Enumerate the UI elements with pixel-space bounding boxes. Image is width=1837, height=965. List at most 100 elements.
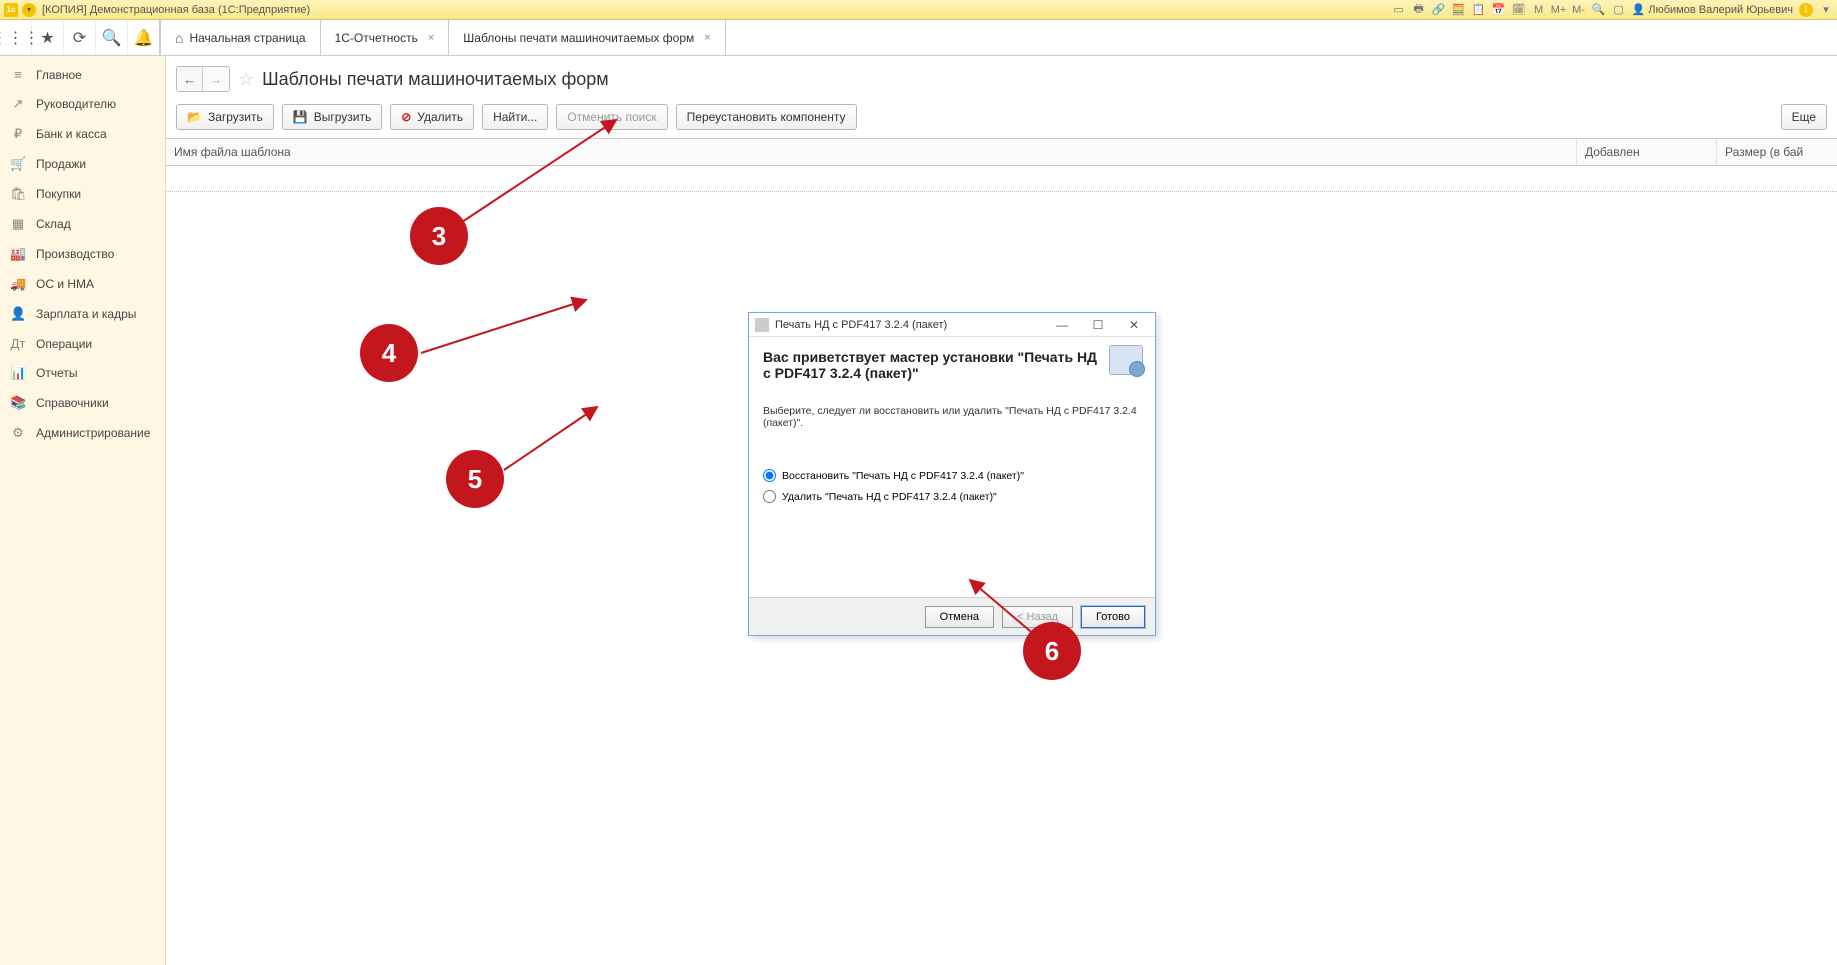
ruble-icon: ₽	[10, 126, 26, 142]
option-label: Удалить "Печать НД с PDF417 3.2.4 (пакет…	[782, 491, 997, 503]
wizard-icon	[1109, 345, 1143, 375]
annotation-marker-4: 4	[360, 324, 418, 382]
load-button[interactable]: 📂Загрузить	[176, 104, 274, 130]
search-toolbar-icon[interactable]: 🔍	[96, 20, 128, 55]
delete-icon: ⊘	[401, 110, 411, 124]
disk-icon: 💾	[293, 110, 308, 124]
sidebar-item-label: Отчеты	[36, 366, 77, 380]
app-menu-dropdown-icon[interactable]: ▾	[22, 3, 36, 17]
button-label: Переустановить компоненту	[687, 110, 846, 124]
sidebar-item-warehouse[interactable]: ▦Склад	[0, 209, 165, 239]
tab-home-label: Начальная страница	[189, 31, 305, 45]
gear-icon: ⚙	[10, 425, 26, 441]
chart-icon: ↗	[10, 96, 26, 112]
menu-icon: ≡	[10, 67, 26, 82]
sidebar-item-purchases[interactable]: 🛍Покупки	[0, 179, 165, 209]
button-label: Еще	[1792, 110, 1816, 124]
radio-restore[interactable]	[763, 469, 776, 482]
nav-forward-button[interactable]: →	[203, 67, 229, 91]
dialog-finish-button[interactable]: Готово	[1081, 606, 1145, 628]
folder-icon: 📂	[187, 110, 202, 124]
close-button[interactable]: ✕	[1119, 318, 1149, 332]
search-icon[interactable]: 🔍	[1592, 3, 1606, 17]
option-label: Восстановить "Печать НД с PDF417 3.2.4 (…	[782, 470, 1024, 482]
close-icon[interactable]: ×	[704, 32, 710, 44]
delete-button[interactable]: ⊘ Удалить	[390, 104, 474, 130]
sidebar-item-label: Продажи	[36, 157, 86, 171]
apps-icon[interactable]: ⋮⋮⋮	[0, 20, 32, 55]
barchart-icon: 📊	[10, 365, 26, 381]
print-icon[interactable]: 🖶	[1412, 3, 1426, 17]
annotation-marker-6: 6	[1023, 622, 1081, 680]
link-icon[interactable]: 🔗	[1432, 3, 1446, 17]
button-label: Выгрузить	[314, 110, 372, 124]
annotation-marker-3: 3	[410, 207, 468, 265]
sidebar-item-hr[interactable]: 👤Зарплата и кадры	[0, 299, 165, 329]
button-label: Найти...	[493, 110, 537, 124]
find-button[interactable]: Найти...	[482, 104, 548, 130]
column-size[interactable]: Размер (в бай	[1717, 139, 1837, 165]
column-added[interactable]: Добавлен	[1577, 139, 1717, 165]
sidebar-item-main[interactable]: ≡Главное	[0, 60, 165, 89]
history-icon[interactable]: ⟳	[64, 20, 96, 55]
calendar-icon[interactable]: 📅	[1492, 3, 1506, 17]
main-toolbar: ⋮⋮⋮ ★ ⟳ 🔍 🔔 Начальная страница 1С-Отчетн…	[0, 20, 1837, 56]
toolbar-icon[interactable]: ▭	[1392, 3, 1406, 17]
tab-reporting[interactable]: 1С-Отчетность ×	[321, 20, 450, 55]
tab-reporting-label: 1С-Отчетность	[335, 31, 418, 45]
radio-remove[interactable]	[763, 490, 776, 503]
sidebar-item-label: Руководителю	[36, 97, 116, 111]
option-restore[interactable]: Восстановить "Печать НД с PDF417 3.2.4 (…	[763, 469, 1141, 482]
sidebar-item-production[interactable]: 🏭Производство	[0, 239, 165, 269]
favorite-icon[interactable]: ★	[32, 20, 64, 55]
sidebar-item-reports[interactable]: 📊 Отчеты	[0, 358, 165, 388]
sidebar-item-assets[interactable]: 🚚ОС и НМА	[0, 269, 165, 299]
reinstall-component-button[interactable]: Переустановить компоненту	[676, 104, 857, 130]
sidebar-item-admin[interactable]: ⚙Администрирование	[0, 418, 165, 448]
copy-icon[interactable]: 📋	[1472, 3, 1486, 17]
tab-templates[interactable]: Шаблоны печати машиночитаемых форм×	[449, 20, 725, 55]
schedule-icon[interactable]: 🗓	[1512, 3, 1526, 17]
favorite-star-icon[interactable]: ☆	[238, 69, 254, 90]
option-remove[interactable]: Удалить "Печать НД с PDF417 3.2.4 (пакет…	[763, 490, 1141, 503]
more-button[interactable]: Еще	[1781, 104, 1827, 130]
sidebar: ≡Главное ↗ Руководителю ₽ Банк и касса 🛒Пр…	[0, 56, 166, 965]
sidebar-item-catalogs[interactable]: 📚Справочники	[0, 388, 165, 418]
dialog-title: Печать НД с PDF417 3.2.4 (пакет)	[775, 319, 1041, 331]
page-title: Шаблоны печати машиночитаемых форм	[262, 69, 609, 90]
sidebar-item-label: Склад	[36, 217, 71, 231]
info-icon[interactable]: i	[1799, 3, 1813, 17]
m-label[interactable]: M	[1532, 3, 1546, 17]
sidebar-item-label: Покупки	[36, 187, 81, 201]
sidebar-item-bank[interactable]: ₽ Банк и касса	[0, 119, 165, 149]
maximize-button[interactable]: ☐	[1083, 318, 1113, 332]
sidebar-item-manager[interactable]: ↗ Руководителю	[0, 89, 165, 119]
button-label: Удалить	[417, 110, 463, 124]
calc-icon[interactable]: 🧮	[1452, 3, 1466, 17]
sidebar-item-operations[interactable]: ДтОперации	[0, 329, 165, 358]
m-plus-label[interactable]: M+	[1552, 3, 1566, 17]
panel-icon[interactable]: ▢	[1612, 3, 1626, 17]
nav-back-button[interactable]: ←	[177, 67, 203, 91]
minimize-button[interactable]: —	[1047, 318, 1077, 332]
close-icon[interactable]: ×	[428, 32, 434, 44]
sidebar-item-sales[interactable]: 🛒Продажи	[0, 149, 165, 179]
installer-icon	[755, 318, 769, 332]
sidebar-item-label: Банк и касса	[36, 127, 107, 141]
tab-home[interactable]: Начальная страница	[161, 20, 321, 55]
column-filename[interactable]: Имя файла шаблона	[166, 139, 1577, 165]
user-label: Любимов Валерий Юрьевич	[1648, 4, 1793, 16]
m-minus-label[interactable]: M-	[1572, 3, 1586, 17]
cancel-search-button[interactable]: Отменить поиск	[556, 104, 667, 130]
bell-icon[interactable]: 🔔	[128, 20, 160, 55]
user-name[interactable]: 👤 Любимов Валерий Юрьевич	[1632, 3, 1793, 16]
window-titlebar: 1c ▾ [КОПИЯ] Демонстрационная база (1С:П…	[0, 0, 1837, 20]
dialog-cancel-button[interactable]: Отмена	[925, 606, 994, 628]
table-body-empty	[166, 166, 1837, 192]
dropdown-icon[interactable]: ▾	[1819, 3, 1833, 17]
factory-icon: 🏭	[10, 246, 26, 262]
sidebar-item-label: Справочники	[36, 396, 109, 410]
unload-button[interactable]: 💾 Выгрузить	[282, 104, 382, 130]
dialog-titlebar[interactable]: Печать НД с PDF417 3.2.4 (пакет) — ☐ ✕	[749, 313, 1155, 337]
sidebar-item-label: Операции	[36, 337, 92, 351]
